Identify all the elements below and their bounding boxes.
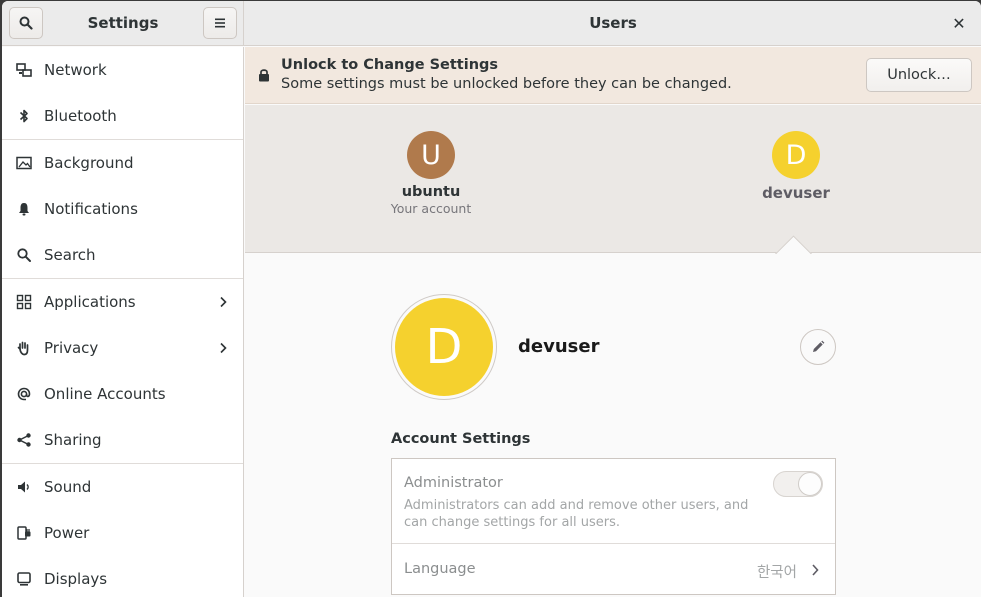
share-icon — [16, 432, 32, 448]
user-details: D devuser Account Settings Administrator… — [245, 254, 981, 597]
settings-window: Settings Users ✕ Network Bluetooth Backg… — [2, 1, 981, 597]
avatar: D — [772, 131, 820, 179]
sidebar-header: Settings — [2, 1, 244, 46]
user-carousel: U ubuntu Your account D devuser — [245, 105, 981, 254]
user-name: ubuntu — [401, 184, 461, 200]
sidebar-item-label: Search — [44, 246, 96, 264]
page-title: Users — [589, 14, 637, 32]
hand-icon — [16, 340, 32, 356]
apps-grid-icon — [16, 294, 32, 310]
sidebar-item-bluetooth[interactable]: Bluetooth — [2, 93, 243, 139]
pencil-icon — [813, 340, 825, 352]
avatar: U — [407, 131, 455, 179]
account-settings-list: Administrator Administrators can add and… — [391, 458, 836, 595]
sidebar-item-label: Power — [44, 524, 90, 542]
user-name: devuser — [762, 184, 830, 202]
search-icon — [16, 247, 32, 263]
chevron-right-icon — [812, 564, 819, 576]
administrator-row: Administrator Administrators can add and… — [392, 459, 835, 544]
header-bar: Settings Users ✕ — [2, 1, 981, 46]
close-button[interactable]: ✕ — [947, 11, 971, 35]
infobar-subtitle: Some settings must be unlocked before th… — [281, 76, 732, 92]
sidebar-item-label: Background — [44, 154, 134, 172]
menu-button[interactable] — [203, 7, 237, 39]
hamburger-icon — [215, 18, 225, 28]
administrator-title: Administrator — [404, 475, 503, 491]
sidebar-item-label: Sound — [44, 478, 92, 496]
user-full-name: devuser — [518, 336, 600, 357]
selection-arrow — [775, 235, 813, 254]
user-subtitle: Your account — [390, 201, 472, 216]
sidebar-item-label: Privacy — [44, 339, 99, 357]
sidebar-item-label: Displays — [44, 570, 108, 588]
edit-name-button[interactable] — [800, 329, 836, 365]
sidebar: Network Bluetooth Background Notificatio… — [2, 47, 244, 597]
carousel-user-ubuntu[interactable]: U ubuntu Your account — [361, 105, 501, 216]
bluetooth-icon — [16, 108, 32, 124]
section-title: Account Settings — [391, 431, 531, 447]
sidebar-item-label: Applications — [44, 293, 136, 311]
chevron-right-icon — [220, 296, 227, 308]
carousel-user-devuser[interactable]: D devuser — [726, 105, 866, 202]
toggle-knob — [798, 472, 822, 496]
sidebar-item-background[interactable]: Background — [2, 140, 243, 186]
sidebar-item-label: Sharing — [44, 431, 102, 449]
bell-icon — [16, 201, 32, 217]
sidebar-item-notifications[interactable]: Notifications — [2, 186, 243, 232]
unlock-infobar: Unlock to Change Settings Some settings … — [245, 47, 981, 104]
network-icon — [16, 62, 32, 78]
sidebar-item-applications[interactable]: Applications — [2, 279, 243, 325]
sidebar-item-search[interactable]: Search — [2, 232, 243, 278]
close-icon: ✕ — [952, 13, 966, 33]
sidebar-item-privacy[interactable]: Privacy — [2, 325, 243, 371]
at-sign-icon — [16, 386, 32, 402]
user-avatar-button[interactable]: D — [391, 294, 497, 400]
sidebar-item-sound[interactable]: Sound — [2, 464, 243, 510]
display-icon — [16, 571, 32, 587]
sidebar-item-displays[interactable]: Displays — [2, 556, 243, 597]
administrator-toggle[interactable] — [773, 471, 823, 497]
sidebar-item-label: Network — [44, 61, 107, 79]
administrator-description: Administrators can add and remove other … — [404, 498, 749, 530]
power-plug-icon — [16, 525, 32, 541]
speaker-icon — [16, 479, 32, 495]
sidebar-item-sharing[interactable]: Sharing — [2, 417, 243, 463]
language-title: Language — [404, 561, 476, 577]
sidebar-item-online-accounts[interactable]: Online Accounts — [2, 371, 243, 417]
lock-icon — [259, 69, 269, 82]
language-row[interactable]: Language 한국어 — [392, 545, 835, 595]
sidebar-item-label: Bluetooth — [44, 107, 117, 125]
chevron-right-icon — [220, 342, 227, 354]
unlock-button[interactable]: Unlock… — [866, 58, 972, 92]
sidebar-item-network[interactable]: Network — [2, 47, 243, 93]
background-icon — [16, 155, 32, 171]
sidebar-item-label: Notifications — [44, 200, 138, 218]
sidebar-item-power[interactable]: Power — [2, 510, 243, 556]
sidebar-item-label: Online Accounts — [44, 385, 166, 403]
avatar: D — [395, 298, 493, 396]
language-value: 한국어 — [756, 565, 797, 581]
infobar-title: Unlock to Change Settings — [281, 57, 499, 73]
